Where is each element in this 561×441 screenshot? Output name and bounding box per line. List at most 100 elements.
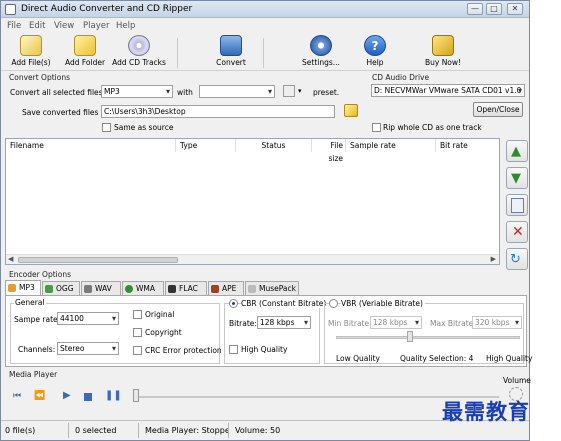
seek-slider-thumb[interactable]	[133, 389, 139, 402]
max-bitrate-select[interactable]: 320 kbps	[472, 316, 522, 329]
previous-icon[interactable]: ⏮	[13, 391, 21, 401]
status-selected: 0 selected	[71, 423, 139, 438]
tab-wav[interactable]: WAV	[81, 281, 121, 295]
same-as-source-label: Same as source	[114, 123, 174, 132]
crc-label: CRC Error protection	[145, 346, 222, 355]
channels-select[interactable]: Stereo	[57, 342, 119, 355]
browse-folder-icon[interactable]	[344, 104, 358, 117]
encoder-tabs: MP3 OGG WAV WMA FLAC APE MusePack	[5, 280, 527, 295]
minimize-button[interactable]: —	[467, 3, 483, 15]
play-icon[interactable]: ▶	[63, 390, 71, 401]
bitrate-value: 128 kbps	[260, 318, 295, 327]
close-button[interactable]: ✕	[507, 3, 523, 15]
column-header-filename[interactable]: Filename	[6, 139, 176, 152]
max-bitrate-label: Max Bitrate:	[430, 319, 476, 328]
add-cd-tracks-button[interactable]: Add CD Tracks	[111, 35, 167, 70]
tab-ape[interactable]: APE	[208, 281, 244, 295]
output-format-select[interactable]: MP3	[101, 85, 173, 98]
tab-mp3-label: MP3	[19, 283, 35, 292]
clear-button[interactable]: ↻	[506, 248, 528, 270]
preset-dropdown-arrow-icon[interactable]: ▾	[298, 87, 302, 95]
maximize-button[interactable]: □	[486, 3, 502, 15]
copyright-checkbox[interactable]	[133, 328, 142, 337]
scrollbar-thumb[interactable]	[18, 257, 178, 263]
move-up-button[interactable]: ▲	[506, 140, 528, 162]
add-files-button[interactable]: Add File(s)	[9, 35, 53, 70]
menu-file[interactable]: File	[7, 21, 21, 31]
min-bitrate-value: 128 kbps	[373, 318, 408, 327]
crc-checkbox[interactable]	[133, 346, 142, 355]
save-path-input[interactable]: C:\Users\3h3\Desktop	[101, 105, 335, 118]
cbr-group	[224, 303, 320, 364]
sample-rate-label: Sampe rate:	[14, 315, 61, 324]
ape-icon	[211, 285, 219, 293]
file-list[interactable]: Filename Type Status File size Sample ra…	[5, 138, 500, 265]
high-quality-cbr-checkbox[interactable]	[229, 345, 238, 354]
menu-help[interactable]: Help	[116, 21, 135, 31]
high-quality-cbr-label: High Quality	[241, 345, 288, 354]
rewind-icon[interactable]: ⏪	[34, 391, 45, 401]
min-bitrate-select[interactable]: 128 kbps	[370, 316, 422, 329]
preset-options-icon[interactable]	[283, 85, 295, 97]
convert-all-label: Convert all selected files to	[10, 88, 113, 97]
rip-whole-cd-checkbox[interactable]	[372, 123, 381, 132]
cbr-radio[interactable]	[229, 299, 238, 308]
tab-flac[interactable]: FLAC	[165, 281, 207, 295]
stop-icon[interactable]	[84, 393, 92, 401]
menu-view[interactable]: View	[54, 21, 74, 31]
wma-icon	[125, 285, 133, 293]
add-cd-tracks-label: Add CD Tracks	[112, 58, 166, 67]
ogg-icon	[45, 285, 53, 293]
menu-player[interactable]: Player	[83, 21, 109, 31]
tab-ogg[interactable]: OGG	[42, 281, 80, 295]
tab-wma[interactable]: WMA	[122, 281, 164, 295]
tab-ape-label: APE	[222, 284, 237, 293]
column-header-status[interactable]: Status	[236, 139, 312, 152]
column-header-file-size[interactable]: File size	[312, 139, 346, 163]
tab-musepack-label: MusePack	[259, 284, 296, 293]
status-files: 0 file(s)	[1, 423, 69, 438]
help-button[interactable]: ? Help	[357, 35, 393, 70]
tab-musepack[interactable]: MusePack	[245, 281, 299, 295]
move-down-button[interactable]: ▼	[506, 167, 528, 189]
settings-button[interactable]: Settings...	[299, 35, 343, 70]
max-bitrate-value: 320 kbps	[475, 318, 510, 327]
quality-selection-label: Quality Selection: 4	[400, 354, 474, 363]
same-as-source-checkbox[interactable]	[102, 123, 111, 132]
convert-options-label: Convert Options	[9, 73, 70, 82]
sample-rate-value: 44100	[60, 314, 84, 323]
copyright-label: Copyright	[145, 328, 182, 337]
add-folder-button[interactable]: Add Folder	[63, 35, 107, 70]
buy-now-button[interactable]: Buy Now!	[421, 35, 465, 70]
arrow-up-icon: ▲	[511, 144, 521, 159]
tab-mp3[interactable]: MP3	[5, 280, 41, 295]
remove-button[interactable]: ✕	[506, 221, 528, 243]
sample-rate-select[interactable]: 44100	[57, 312, 119, 325]
open-close-button[interactable]: Open/Close	[473, 102, 523, 117]
with-label: with	[177, 88, 193, 97]
pause-icon[interactable]: ❚❚	[105, 390, 122, 401]
media-player-label: Media Player	[9, 370, 58, 379]
status-volume: Volume: 50	[235, 426, 281, 435]
musepack-icon	[248, 285, 256, 293]
scroll-left-icon[interactable]: ◀	[8, 255, 13, 263]
horizontal-scrollbar[interactable]: ◀ ▶	[6, 254, 499, 264]
quality-slider-thumb[interactable]	[407, 331, 414, 342]
vbr-radio[interactable]	[329, 299, 338, 308]
preset-select[interactable]	[199, 85, 275, 98]
min-bitrate-label: Min Bitrate:	[328, 319, 372, 328]
convert-button[interactable]: Convert	[209, 35, 253, 70]
high-quality-vbr-label: High Quality	[486, 354, 533, 363]
convert-label: Convert	[216, 58, 246, 67]
save-list-button[interactable]	[506, 194, 528, 216]
column-header-sample-rate[interactable]: Sample rate	[346, 139, 436, 152]
column-header-type[interactable]: Type	[176, 139, 236, 152]
quality-slider-track[interactable]	[336, 336, 520, 339]
toolbar-separator	[177, 38, 178, 68]
cd-drive-select[interactable]: D: NECVMWar VMware SATA CD01 v1.0	[371, 84, 525, 97]
column-header-bit-rate[interactable]: Bit rate	[436, 139, 499, 152]
original-checkbox[interactable]	[133, 310, 142, 319]
bitrate-select[interactable]: 128 kbps	[257, 316, 311, 329]
scroll-right-icon[interactable]: ▶	[491, 255, 496, 263]
menu-edit[interactable]: Edit	[29, 21, 45, 31]
